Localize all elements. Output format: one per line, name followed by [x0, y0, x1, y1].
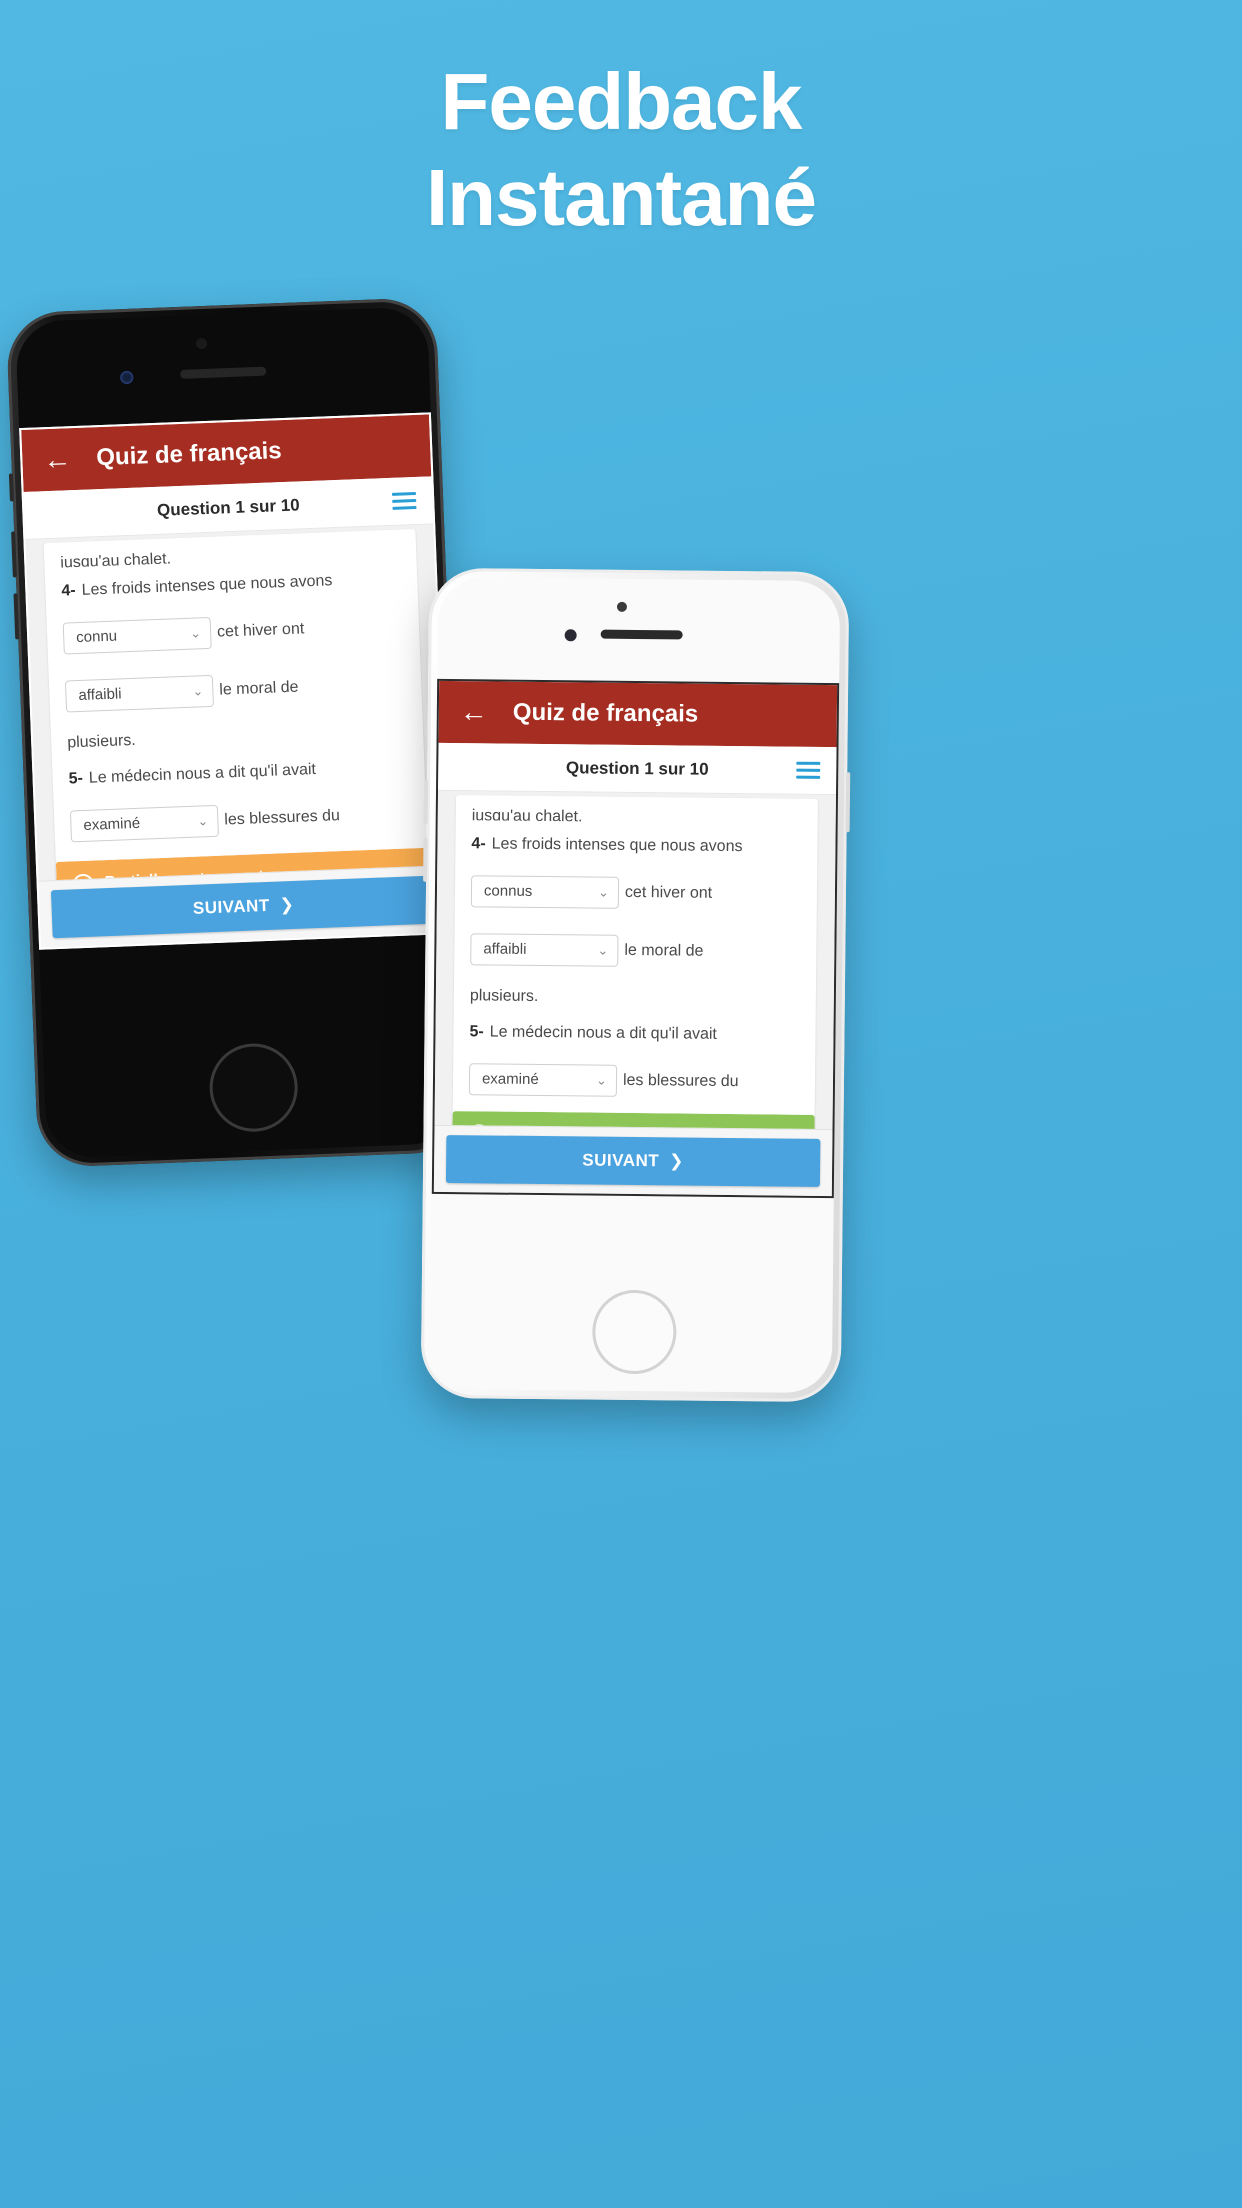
item-text-mid-2: le moral de [219, 678, 299, 699]
item-text-before: Le médecin nous a dit qu'il avait [489, 1023, 718, 1043]
question-progress-bar: Question 1 sur 10 [438, 742, 837, 796]
item-text-mid-1: les blessures du [224, 807, 341, 829]
question-item-4: 4- Les froids intenses que nous avons [471, 832, 801, 859]
select-answer-5a[interactable]: examiné ⌄ [468, 1063, 618, 1097]
chevron-down-icon: ⌄ [597, 884, 610, 900]
quiz-footer: SUIVANT ❯ [433, 1124, 833, 1197]
select-answer-4b[interactable]: affaibli ⌄ [470, 933, 619, 967]
quiz-body: jusqu'au chalet. 4- Les froids intenses … [25, 524, 447, 881]
item-text-after: plusieurs. [469, 987, 539, 1005]
app-title: Quiz de français [95, 437, 283, 472]
item-text-before: Le médecin nous a dit qu'il avait [88, 761, 317, 787]
question-item-4-tail: plusieurs. [67, 718, 408, 755]
item-text-mid-1: cet hiver ont [216, 620, 305, 641]
item-text-mid-1: les blessures du [622, 1071, 739, 1091]
app-bar: ← Quiz de français [438, 680, 838, 748]
question-item-4: 4- Les froids intenses que nous avons [61, 567, 402, 604]
question-card: jusqu'au chalet. 4- Les froids intenses … [43, 529, 432, 881]
chevron-down-icon: ⌄ [197, 813, 209, 829]
chevron-down-icon: ⌄ [596, 1072, 608, 1088]
item-number: 4- [471, 835, 486, 853]
select-value: connu [75, 627, 118, 646]
select-answer-4a[interactable]: connus ⌄ [470, 875, 620, 909]
page-title: Feedback Instantané [0, 62, 1242, 238]
question-progress-label: Question 1 sur 10 [565, 757, 709, 779]
front-camera-icon [564, 629, 577, 642]
item-text-before: Les froids intenses que nous avons [491, 835, 743, 856]
select-answer-5a[interactable]: examiné ⌄ [69, 804, 219, 843]
next-button-label: SUIVANT [582, 1150, 660, 1171]
question-card: jusqu'au chalet. 4- Les froids intenses … [451, 795, 818, 1130]
select-value: examiné [481, 1070, 539, 1088]
chevron-down-icon: ⌄ [597, 942, 609, 958]
question-item-5-blanks: examiné ⌄ les blessures du [468, 1056, 799, 1105]
item-text-mid-2: le moral de [624, 941, 704, 960]
chevron-down-icon: ⌄ [189, 625, 202, 641]
phone-screen: ← Quiz de français Question 1 sur 10 jus… [431, 678, 840, 1199]
power-button[interactable] [845, 772, 851, 833]
earpiece-speaker [600, 629, 683, 640]
back-icon[interactable]: ← [40, 443, 75, 476]
select-value: examiné [83, 814, 141, 834]
next-button[interactable]: SUIVANT ❯ [445, 1135, 821, 1187]
phone-mockup-black: ← Quiz de français Question 1 sur 10 jus… [5, 297, 469, 1168]
select-value: affaibli [483, 940, 527, 958]
next-button[interactable]: SUIVANT ❯ [50, 875, 437, 939]
page-title-line-1: Feedback [440, 57, 802, 146]
item-number: 5- [68, 769, 84, 788]
select-value: connus [483, 882, 533, 900]
back-icon[interactable]: ← [457, 696, 491, 728]
page-title-line-2: Instantané [425, 153, 817, 242]
item-text-before: Les froids intenses que nous avons [81, 572, 333, 599]
question-item-4-blanks: connus ⌄ cet hiver ont [470, 868, 801, 917]
hamburger-menu-icon[interactable] [391, 491, 417, 510]
clipped-previous-line: jusqu'au chalet. [60, 550, 172, 568]
chevron-right-icon: ❯ [669, 1151, 685, 1171]
question-item-4-blanks: connu ⌄ cet hiver ont [62, 603, 404, 662]
item-text-mid-1: cet hiver ont [624, 883, 713, 902]
hamburger-menu-icon[interactable] [796, 761, 821, 779]
item-text-after: plusieurs. [66, 731, 137, 752]
select-answer-4a[interactable]: connu ⌄ [62, 616, 212, 655]
select-answer-4b[interactable]: affaibli ⌄ [64, 674, 214, 713]
select-value: affaibli [78, 685, 122, 704]
question-item-5: 5- Le médecin nous a dit qu'il avait [469, 1020, 799, 1047]
phone-screen: ← Quiz de français Question 1 sur 10 jus… [19, 412, 451, 950]
home-button[interactable] [591, 1289, 677, 1375]
next-button-label: SUIVANT [192, 895, 271, 918]
question-item-5-blanks: examiné ⌄ les blessures du [69, 790, 412, 849]
phone-mockup-white: ← Quiz de français Question 1 sur 10 jus… [420, 567, 851, 1403]
question-progress-label: Question 1 sur 10 [156, 494, 300, 520]
chevron-down-icon: ⌄ [192, 683, 204, 699]
clipped-previous-line: jusqu'au chalet. [471, 807, 583, 824]
item-number: 4- [61, 582, 76, 600]
volume-down-button[interactable] [423, 837, 428, 882]
question-item-4-tail: plusieurs. [470, 984, 800, 1011]
quiz-body: jusqu'au chalet. 4- Les froids intenses … [434, 790, 836, 1130]
proximity-sensor-icon [616, 601, 628, 612]
question-item-4-blanks-2: affaibli ⌄ le moral de [64, 661, 407, 720]
item-number: 5- [469, 1023, 484, 1041]
volume-up-button[interactable] [423, 779, 429, 824]
app-title: Quiz de français [512, 698, 699, 728]
question-item-4-blanks-2: affaibli ⌄ le moral de [470, 926, 800, 975]
chevron-right-icon: ❯ [279, 894, 295, 915]
question-item-5: 5- Le médecin nous a dit qu'il avait [68, 754, 409, 791]
